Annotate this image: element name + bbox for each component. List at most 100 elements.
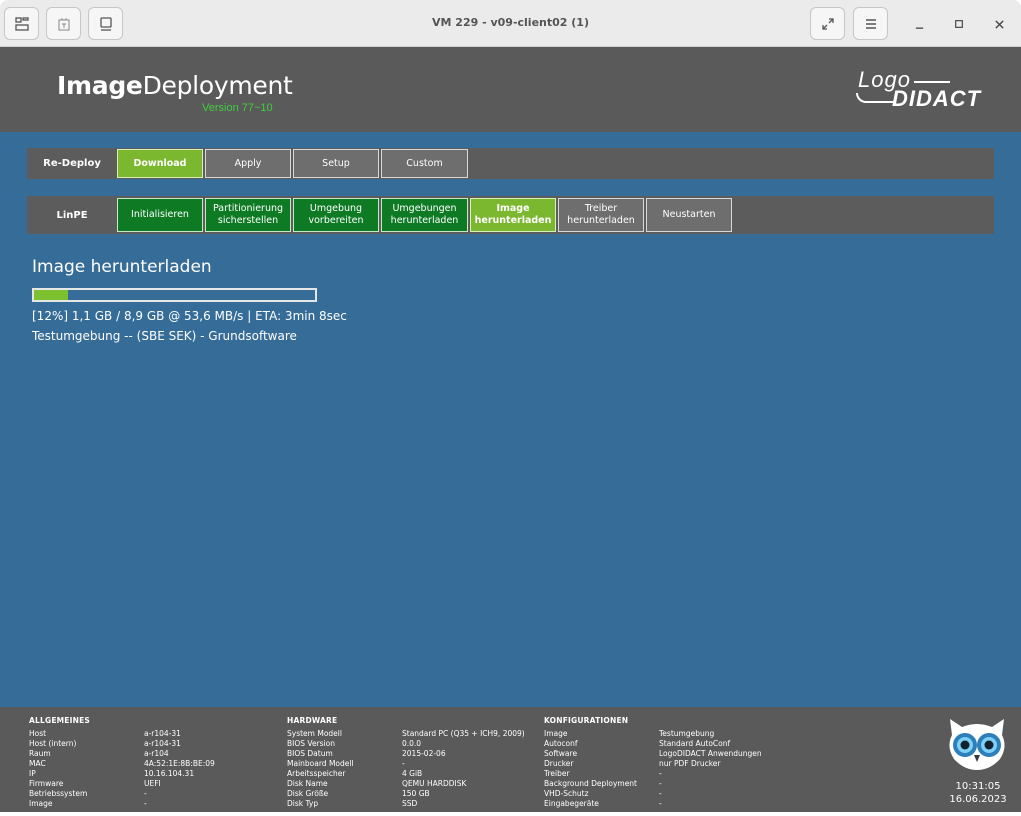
info-key: System Modell (287, 729, 342, 738)
progress-fill (34, 290, 68, 300)
current-step-title: Image herunterladen (32, 257, 212, 277)
info-row: MAC 4A:52:1E:8B:BE:09 (29, 759, 284, 769)
menu-icon[interactable] (853, 7, 888, 40)
step-label-line1: Treiber (584, 203, 618, 214)
clock-time: 10:31:05 (955, 781, 1001, 792)
logo-bottom-text: DIDACT (892, 86, 982, 111)
close-icon[interactable] (989, 14, 1009, 34)
step-label: Neustarten (662, 209, 716, 220)
info-row: Betriebssystem - (29, 789, 284, 799)
bottom-strip (0, 812, 1021, 816)
info-row: Disk Name QEMU HARDDISK (287, 779, 542, 789)
info-value: Standard PC (Q35 + ICH9, 2009) (402, 729, 525, 738)
info-key: Software (544, 749, 578, 758)
step-image-herunterladen[interactable]: Image herunterladen (470, 198, 556, 232)
app-header: ImageDeployment Version 77~10 Logo DIDAC… (0, 47, 1021, 132)
info-row: Eingabegeräte - (544, 799, 799, 809)
info-value: 4A:52:1E:8B:BE:09 (144, 759, 215, 768)
step-setup[interactable]: Setup (293, 149, 379, 178)
info-key: Mainboard Modell (287, 759, 354, 768)
info-row: System Modell Standard PC (Q35 + ICH9, 20… (287, 729, 542, 739)
info-row: Firmware UEFI (29, 779, 284, 789)
step-neustarten[interactable]: Neustarten (646, 198, 732, 232)
logo-curve (856, 93, 894, 103)
info-key: Autoconf (544, 739, 578, 748)
info-key: Disk Typ (287, 799, 319, 808)
download-progress-bar (32, 288, 317, 302)
clock: 10:31:05 16.06.2023 (940, 780, 1016, 806)
maximize-icon[interactable] (949, 14, 969, 34)
info-value: a-r104-31 (144, 729, 181, 738)
info-row: Host (intern) a-r104-31 (29, 739, 284, 749)
step-umgebungen-herunterladen[interactable]: Umgebungen herunterladen (381, 198, 468, 232)
info-value: 2015-02-06 (402, 749, 446, 758)
info-row: BIOS Datum 2015-02-06 (287, 749, 542, 759)
linpe-row: LinPE Initialisieren Partitionierung sic… (27, 196, 994, 234)
info-value: a-r104 (144, 749, 169, 758)
step-label-line2: herunterladen (474, 215, 552, 226)
info-row: Host a-r104-31 (29, 729, 284, 739)
info-row: Treiber - (544, 769, 799, 779)
footer-heading: ALLGEMEINES (29, 716, 91, 725)
footer-konfigurationen: KONFIGURATIONEN Image Testumgebung Autocon… (544, 716, 799, 809)
info-key: Firmware (29, 779, 64, 788)
info-value: 0.0.0 (402, 739, 422, 748)
info-row: Mainboard Modell - (287, 759, 542, 769)
footer-heading: HARDWARE (287, 716, 338, 725)
step-apply[interactable]: Apply (205, 149, 291, 178)
brand-light: Deployment (142, 71, 293, 100)
app-version: Version 77~10 (202, 102, 273, 114)
overview-icon[interactable] (4, 7, 39, 40)
display-icon[interactable] (88, 7, 123, 40)
info-row: Disk Größe 150 GB (287, 789, 542, 799)
info-value: - (659, 799, 662, 808)
logodidact-logo: Logo DIDACT (852, 67, 1002, 113)
info-key: Raum (29, 749, 51, 758)
info-key: Disk Name (287, 779, 328, 788)
info-value: SSD (402, 799, 418, 808)
info-value: nur PDF Drucker (659, 759, 721, 768)
info-key: BIOS Version (287, 739, 335, 748)
info-value: 10.16.104.31 (144, 769, 195, 778)
step-label-line2: sicherstellen (217, 215, 279, 226)
info-key: Image (544, 729, 568, 738)
info-value: 4 GiB (402, 769, 423, 778)
info-key: Host (intern) (29, 739, 77, 748)
download-status: [12%] 1,1 GB / 8,9 GB @ 53,6 MB/s | ETA:… (32, 309, 347, 323)
info-key: Betriebssystem (29, 789, 88, 798)
info-value: UEFI (144, 779, 161, 788)
info-row: Disk Typ SSD (287, 799, 542, 809)
usb-icon[interactable] (46, 7, 81, 40)
linpe-label: LinPE (56, 209, 88, 221)
info-value: - (659, 789, 662, 798)
info-value: - (659, 779, 662, 788)
step-umgebung-vorbereiten[interactable]: Umgebung vorbereiten (293, 198, 379, 232)
minimize-icon[interactable] (909, 14, 929, 34)
fullscreen-icon[interactable] (810, 7, 845, 40)
step-partitionierung[interactable]: Partitionierung sicherstellen (205, 198, 291, 232)
info-key: Host (29, 729, 47, 738)
info-value: a-r104-31 (144, 739, 181, 748)
step-custom[interactable]: Custom (381, 149, 468, 178)
info-row: BIOS Version 0.0.0 (287, 739, 542, 749)
info-value: - (144, 789, 147, 798)
info-row: Image Testumgebung (544, 729, 799, 739)
info-key: IP (29, 769, 36, 778)
step-label-line2: herunterladen (390, 215, 459, 226)
info-key: VHD-Schutz (544, 789, 589, 798)
step-label: Initialisieren (131, 209, 189, 220)
logo-line (914, 81, 950, 83)
info-key: Eingabegeräte (544, 799, 599, 808)
step-label-line1: Partitionierung (212, 203, 284, 214)
info-value: LogoDIDACT Anwendungen (659, 749, 762, 758)
step-initialisieren[interactable]: Initialisieren (117, 198, 203, 232)
info-key: Disk Größe (287, 789, 329, 798)
step-treiber-herunterladen[interactable]: Treiber herunterladen (558, 198, 644, 232)
info-row: IP 10.16.104.31 (29, 769, 284, 779)
step-label-line1: Image (496, 203, 530, 214)
redeploy-row: Re-Deploy Download Apply Setup Custom (27, 148, 994, 179)
info-key: Image (29, 799, 53, 808)
info-key: Background Deployment (544, 779, 638, 788)
info-key: MAC (29, 759, 46, 768)
step-download[interactable]: Download (117, 149, 203, 178)
